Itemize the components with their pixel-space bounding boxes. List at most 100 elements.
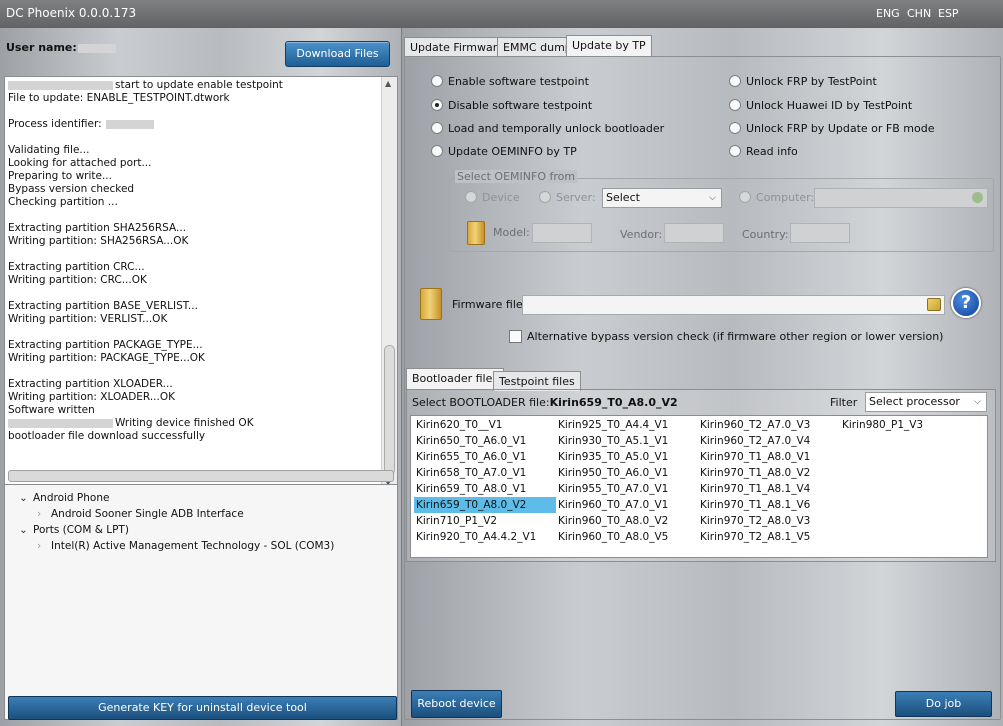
oeminfo-group-title: Select OEMINFO from	[455, 170, 578, 183]
log-line: Writing device finished OK	[5, 417, 381, 430]
tab-bootloader-files[interactable]: Bootloader files	[406, 368, 505, 390]
radio-option[interactable]: Enable software testpoint	[431, 75, 589, 88]
country-label: Country:	[742, 228, 789, 241]
file-list-item[interactable]: Kirin960_T0_A7.0_V1	[556, 497, 668, 513]
file-list-item[interactable]: Kirin970_T1_A8.0_V2	[698, 465, 810, 481]
log-line: Looking for attached port...	[8, 157, 152, 169]
window-title: DC Phoenix 0.0.0.173	[6, 6, 137, 20]
chevron-down-icon: ⌵	[709, 193, 716, 203]
file-list-item[interactable]: Kirin659_T0_A8.0_V2	[414, 497, 556, 513]
file-list-item[interactable]: Kirin970_T1_A8.1_V4	[698, 481, 810, 497]
left-panel: User name: Download Files start to updat…	[0, 28, 402, 726]
log-line: Preparing to write...	[8, 170, 112, 182]
file-list-item[interactable]: Kirin960_T0_A8.0_V5	[556, 529, 668, 545]
radio-server[interactable]: Server:	[539, 191, 596, 204]
expand-chevron-icon[interactable]: ⌄	[19, 522, 33, 538]
vendor-field[interactable]	[664, 223, 724, 243]
file-list-item[interactable]: Kirin960_T2_A7.0_V3	[698, 417, 810, 433]
processor-filter-select[interactable]: Select processor ⌵	[865, 392, 987, 412]
radio-option[interactable]: Read info	[729, 145, 798, 158]
log-line: Writing partition: SHA256RSA...OK	[8, 235, 189, 247]
radio-option[interactable]: Unlock FRP by TestPoint	[729, 75, 877, 88]
file-list-item[interactable]: Kirin920_T0_A4.4.2_V1	[414, 529, 536, 545]
scroll-thumb[interactable]	[384, 345, 395, 475]
firmware-file-field[interactable]	[522, 295, 945, 315]
file-list-item[interactable]: Kirin930_T0_A5.1_V1	[556, 433, 668, 449]
radio-option[interactable]: Update OEMINFO by TP	[431, 145, 577, 158]
title-bar: DC Phoenix 0.0.0.173 ENG CHN ESP	[0, 0, 1003, 28]
tree-node[interactable]: ⌄ Ports (COM & LPT)	[19, 522, 129, 538]
radio-device[interactable]: Device	[465, 191, 520, 204]
server-select[interactable]: Select ⌵	[602, 188, 722, 208]
file-list-item[interactable]: Kirin970_T2_A8.1_V5	[698, 529, 810, 545]
radio-option[interactable]: Unlock FRP by Update or FB mode	[729, 122, 934, 135]
folder-icon[interactable]	[467, 221, 485, 245]
open-file-icon[interactable]	[927, 298, 941, 311]
tab-update-firmware[interactable]: Update Firmware	[404, 37, 510, 57]
tab-testpoint-files[interactable]: Testpoint files	[493, 371, 581, 391]
file-list-item[interactable]: Kirin659_T0_A8.0_V1	[414, 481, 526, 497]
collapse-chevron-icon[interactable]: ›	[37, 506, 51, 522]
log-line: Extracting partition PACKAGE_TYPE...	[8, 339, 203, 351]
filter-label: Filter	[830, 396, 858, 409]
browse-icon[interactable]	[972, 192, 983, 203]
alt-bypass-label: Alternative bypass version check (if fir…	[527, 330, 944, 343]
file-list-item[interactable]: Kirin655_T0_A6.0_V1	[414, 449, 526, 465]
file-list-item[interactable]: Kirin970_T2_A8.0_V3	[698, 513, 810, 529]
splitter-bar[interactable]	[8, 470, 394, 482]
collapse-chevron-icon[interactable]: ›	[37, 538, 51, 554]
firmware-folder-icon[interactable]	[420, 288, 442, 320]
tab-update-by-tp[interactable]: Update by TP	[566, 35, 652, 57]
alt-bypass-checkbox[interactable]	[509, 330, 522, 343]
expand-chevron-icon[interactable]: ⌄	[19, 490, 33, 506]
file-list-item[interactable]: Kirin960_T2_A7.0_V4	[698, 433, 810, 449]
file-list-item[interactable]: Kirin950_T0_A6.0_V1	[556, 465, 668, 481]
file-list-item[interactable]: Kirin970_T1_A8.0_V1	[698, 449, 810, 465]
file-list-item[interactable]: Kirin658_T0_A7.0_V1	[414, 465, 526, 481]
lang-eng-button[interactable]: ENG	[876, 7, 900, 20]
tree-node[interactable]: › Android Sooner Single ADB Interface	[37, 506, 244, 522]
file-list-item[interactable]: Kirin970_T1_A8.1_V6	[698, 497, 810, 513]
device-tree: ⌄ Android Phone › Android Sooner Single A…	[4, 484, 398, 720]
radio-option[interactable]: Load and temporally unlock bootloader	[431, 122, 664, 135]
radio-option[interactable]: Unlock Huawei ID by TestPoint	[729, 99, 912, 112]
log-line: Checking partition ...	[8, 196, 118, 208]
computer-path-field[interactable]	[814, 188, 988, 208]
do-job-button[interactable]: Do job	[895, 691, 992, 717]
right-panel: Update Firmware EMMC dump Update by TP E…	[402, 28, 1003, 726]
file-list-item[interactable]: Kirin960_T0_A8.0_V2	[556, 513, 668, 529]
user-name-label: User name:	[6, 41, 77, 54]
file-list-item[interactable]: Kirin620_T0__V1	[414, 417, 502, 433]
log-line: start to update enable testpoint	[5, 79, 381, 92]
log-line: Software written	[8, 404, 95, 416]
file-list-item[interactable]: Kirin955_T0_A7.0_V1	[556, 481, 668, 497]
bootloader-file-list: Kirin620_T0__V1 Kirin650_T0_A6.0_V1 Kirin6…	[410, 415, 988, 558]
download-files-button[interactable]: Download Files	[285, 41, 390, 67]
tree-node[interactable]: › Intel(R) Active Management Technology …	[37, 538, 334, 554]
file-list-item[interactable]: Kirin980_P1_V3	[840, 417, 923, 433]
generate-key-button[interactable]: Generate KEY for uninstall device tool	[8, 696, 397, 720]
selected-file-name: Kirin659_T0_A8.0_V2	[549, 396, 678, 409]
model-field[interactable]	[532, 223, 592, 243]
country-field[interactable]	[790, 223, 850, 243]
scroll-up-icon[interactable]: ▲	[385, 79, 391, 88]
file-list-item[interactable]: Kirin925_T0_A4.4_V1	[556, 417, 668, 433]
reboot-device-button[interactable]: Reboot device	[411, 690, 502, 718]
radio-computer[interactable]: Computer:	[739, 191, 814, 204]
log-line: bootloader file download successfully	[8, 430, 206, 442]
chevron-down-icon: ⌵	[974, 397, 981, 407]
radio-option[interactable]: Disable software testpoint	[431, 99, 592, 112]
log-line: Writing partition: XLOADER...OK	[8, 391, 176, 403]
log-scrollbar[interactable]: ▲ ▼	[381, 77, 397, 489]
file-list-item[interactable]: Kirin935_T0_A5.0_V1	[556, 449, 668, 465]
lang-esp-button[interactable]: ESP	[938, 7, 959, 20]
lang-chn-button[interactable]: CHN	[907, 7, 931, 20]
file-list-item[interactable]: Kirin710_P1_V2	[414, 513, 497, 529]
file-list-item[interactable]: Kirin650_T0_A6.0_V1	[414, 433, 526, 449]
help-icon[interactable]: ?	[951, 288, 981, 318]
tree-node[interactable]: ⌄ Android Phone	[19, 490, 109, 506]
